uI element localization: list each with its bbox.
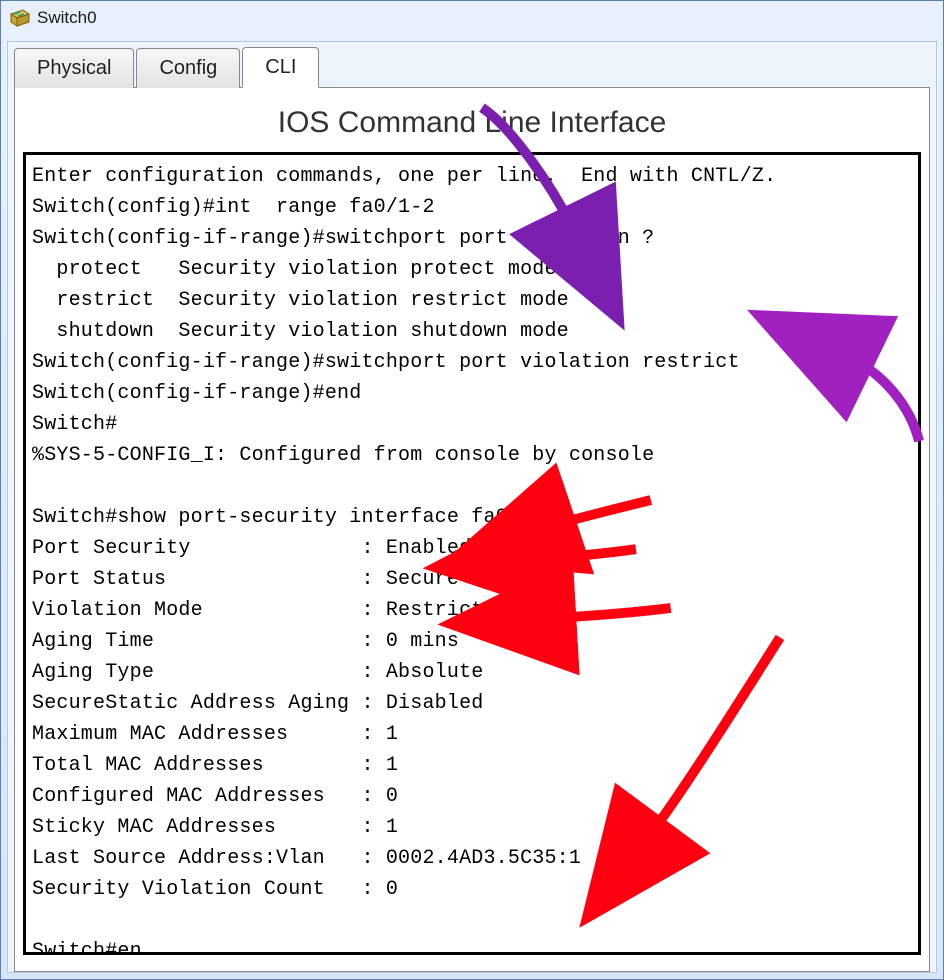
terminal-line: Switch#show port-security interface fa0/…: [32, 502, 912, 533]
terminal-line: Aging Type : Absolute: [32, 657, 912, 688]
terminal-line: Maximum MAC Addresses : 1: [32, 719, 912, 750]
switch-icon: [9, 8, 31, 28]
terminal-line: Total MAC Addresses : 1: [32, 750, 912, 781]
terminal-line: Switch(config-if-range)#switchport port …: [32, 347, 912, 378]
terminal-line: Switch(config)#int range fa0/1-2: [32, 192, 912, 223]
terminal-line: Aging Time : 0 mins: [32, 626, 912, 657]
terminal-line: protect Security violation protect mode: [32, 254, 912, 285]
terminal-line: Switch(config-if-range)#end: [32, 378, 912, 409]
terminal-line: Configured MAC Addresses : 0: [32, 781, 912, 812]
terminal-line: [32, 905, 912, 936]
terminal-line: Last Source Address:Vlan : 0002.4AD3.5C3…: [32, 843, 912, 874]
window-title: Switch0: [37, 8, 97, 28]
cli-heading: IOS Command Line Interface: [15, 88, 929, 150]
terminal-line: Switch#en: [32, 936, 912, 955]
titlebar: Switch0: [1, 1, 943, 35]
terminal-line: shutdown Security violation shutdown mod…: [32, 316, 912, 347]
terminal-line: Port Security : Enabled: [32, 533, 912, 564]
client-area: Physical Config CLI IOS Command Line Int…: [7, 41, 937, 973]
terminal-line: Sticky MAC Addresses : 1: [32, 812, 912, 843]
terminal-output[interactable]: Enter configuration commands, one per li…: [23, 152, 921, 955]
terminal-line: Switch(config-if-range)#switchport port …: [32, 223, 912, 254]
terminal-line: %SYS-5-CONFIG_I: Configured from console…: [32, 440, 912, 471]
terminal-line: [32, 471, 912, 502]
tab-config[interactable]: Config: [136, 48, 240, 88]
app-window: Switch0 Physical Config CLI IOS Command …: [0, 0, 944, 980]
terminal-line: SecureStatic Address Aging : Disabled: [32, 688, 912, 719]
terminal-line: Enter configuration commands, one per li…: [32, 161, 912, 192]
tab-physical[interactable]: Physical: [14, 48, 134, 88]
tab-panel-cli: IOS Command Line Interface Enter configu…: [14, 88, 930, 972]
terminal-line: restrict Security violation restrict mod…: [32, 285, 912, 316]
tab-cli[interactable]: CLI: [242, 47, 319, 88]
terminal-line: Security Violation Count : 0: [32, 874, 912, 905]
terminal-line: Switch#: [32, 409, 912, 440]
terminal-line: Port Status : Secure-up: [32, 564, 912, 595]
tab-bar: Physical Config CLI: [14, 48, 930, 88]
terminal-line: Violation Mode : Restrict: [32, 595, 912, 626]
